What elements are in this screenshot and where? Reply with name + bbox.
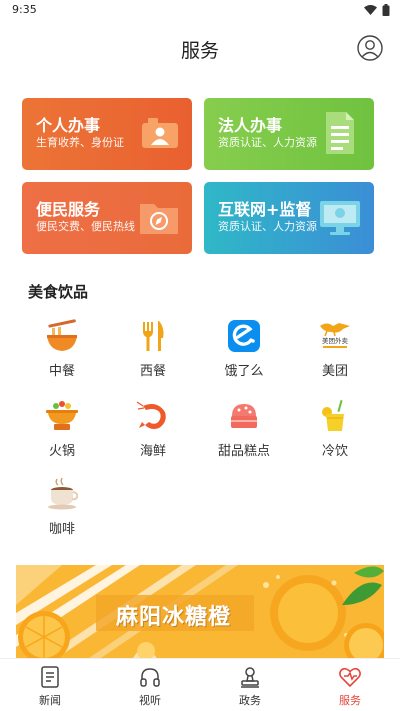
card-title: 法人办事	[218, 116, 283, 135]
food-item-cold-drink[interactable]: 冷饮	[295, 398, 375, 468]
food-label: 冷饮	[321, 444, 348, 459]
food-item-meituan[interactable]: 美团外卖 美团	[295, 318, 375, 388]
card-desc: 便民交费、便民热线	[36, 220, 135, 233]
food-item-hotpot[interactable]: 火锅	[22, 398, 102, 468]
status-icons	[364, 4, 390, 16]
food-label: 火锅	[48, 444, 75, 459]
user-avatar-icon	[357, 35, 383, 61]
status-time: 9:35	[12, 3, 37, 16]
noodle-bowl-icon	[47, 319, 77, 351]
food-label: 饿了么	[224, 364, 264, 379]
food-label: 中餐	[48, 364, 75, 379]
food-label: 海鲜	[139, 444, 166, 459]
card-personal-affairs[interactable]: 个人办事 生育收养、身份证	[22, 98, 192, 170]
food-label: 西餐	[139, 364, 166, 379]
cake-icon	[231, 404, 257, 428]
nav-item-news[interactable]: 新闻	[0, 659, 100, 711]
card-desc: 资质认证、人力资源	[218, 136, 317, 149]
nav-item-audio-video[interactable]: 视听	[100, 659, 200, 711]
meituan-logo-text: 美团外卖	[322, 336, 349, 345]
wifi-icon	[364, 5, 377, 15]
user-profile-button[interactable]	[357, 35, 383, 61]
bottom-nav: 新闻 视听 政务 服务	[0, 658, 400, 711]
status-bar: 9:35	[0, 0, 400, 22]
nav-label-active: 服务	[339, 694, 361, 707]
battery-icon	[382, 4, 390, 16]
food-item-coffee[interactable]: 咖啡	[22, 476, 102, 546]
hotpot-icon	[46, 401, 78, 430]
nav-label: 政务	[239, 694, 261, 707]
card-legal-affairs[interactable]: 法人办事 资质认证、人力资源	[204, 98, 374, 170]
news-icon	[41, 666, 59, 688]
nav-label: 新闻	[39, 694, 61, 707]
food-item-western[interactable]: 西餐	[113, 318, 193, 388]
nav-label: 视听	[139, 694, 161, 707]
card-desc: 生育收养、身份证	[36, 136, 124, 149]
shrimp-icon	[136, 401, 166, 429]
service-heart-icon	[339, 667, 361, 688]
nav-item-government[interactable]: 政务	[200, 659, 300, 711]
section-title-food: 美食饮品	[28, 283, 89, 301]
cold-drink-icon	[322, 399, 344, 431]
nav-item-service[interactable]: 服务	[300, 659, 400, 711]
food-item-chinese[interactable]: 中餐	[22, 318, 102, 388]
header: 服务	[0, 26, 400, 70]
compass-folder-icon	[140, 204, 178, 234]
page-title: 服务	[180, 40, 219, 62]
coffee-cup-icon	[48, 477, 79, 510]
food-label: 咖啡	[48, 522, 75, 537]
card-title: 便民服务	[36, 200, 101, 219]
government-icon	[241, 667, 259, 688]
card-internet-supervision[interactable]: 互联网+监督 资质认证、人力资源	[204, 182, 374, 254]
meituan-waimai-icon: 美团外卖	[320, 323, 350, 348]
fork-knife-icon	[143, 321, 164, 351]
document-icon	[326, 112, 354, 154]
monitor-icon	[320, 201, 360, 235]
eleme-icon	[228, 320, 260, 352]
food-label: 美团	[321, 364, 348, 379]
food-item-seafood[interactable]: 海鲜	[113, 398, 193, 468]
card-public-service[interactable]: 便民服务 便民交费、便民热线	[22, 182, 192, 254]
food-item-dessert[interactable]: 甜品糕点	[204, 398, 284, 468]
id-card-icon	[142, 118, 178, 148]
banner-title: 麻阳冰糖橙	[116, 605, 232, 630]
promo-banner[interactable]: 麻阳冰糖橙	[16, 565, 384, 660]
card-title: 互联网+监督	[218, 200, 312, 219]
card-title: 个人办事	[36, 116, 101, 135]
food-label: 甜品糕点	[217, 444, 270, 459]
food-item-eleme[interactable]: 饿了么	[204, 318, 284, 388]
headphones-icon	[140, 668, 160, 687]
